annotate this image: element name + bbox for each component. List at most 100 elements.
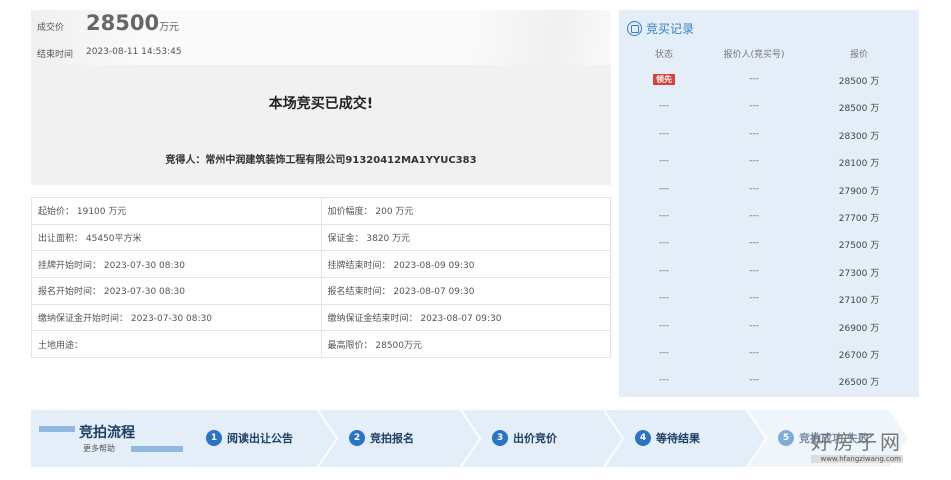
info-cell: 挂牌开始时间： 2023-07-30 08:30 bbox=[31, 250, 322, 279]
record-status: --- bbox=[659, 320, 669, 331]
record-price: 27900 万 bbox=[838, 186, 880, 197]
record-price: 28100 万 bbox=[838, 159, 880, 170]
record-status: --- bbox=[659, 156, 669, 167]
end-time: 2023-08-11 14:53:45 bbox=[86, 47, 182, 57]
record-price: 28500 万 bbox=[838, 104, 880, 115]
record-bidder: --- bbox=[749, 128, 759, 139]
record-status: --- bbox=[659, 293, 669, 304]
record-price: 28300 万 bbox=[838, 131, 880, 142]
flow-title-block: 竞拍流程 更多帮助 bbox=[31, 410, 196, 467]
flow-step-2: 2 竞拍报名 bbox=[319, 410, 479, 467]
process-flow: 竞拍流程 更多帮助 1 阅读出让公告 2 竞拍报名 3 出价竞价 4 等待结果 5 竞拍成功/失败… bbox=[31, 410, 911, 467]
deal-price: 28500万元 bbox=[86, 11, 179, 35]
record-status: --- bbox=[659, 128, 669, 139]
bid-records-panel: 竞买记录 状态 报价人(竞买号) 报价 领先 --- 28500 万 --- --- 28… bbox=[619, 10, 919, 397]
info-cell: 报名开始时间： 2023-07-30 08:30 bbox=[31, 277, 322, 305]
leading-badge: 领先 bbox=[653, 74, 675, 85]
flow-step-1: 1 阅读出让公告 bbox=[176, 410, 336, 467]
info-row: 报名开始时间： 2023-07-30 08:30 报名结束时间： 2023-08-… bbox=[31, 277, 611, 305]
record-bidder: --- bbox=[749, 320, 759, 331]
info-row: 土地用途： 最高限价： 28500万元 bbox=[31, 330, 611, 359]
record-price: 27300 万 bbox=[838, 268, 880, 279]
record-price: 28500 万 bbox=[838, 77, 880, 87]
bid-records-title: 竞买记录 bbox=[627, 20, 694, 37]
step-number: 5 bbox=[778, 430, 794, 446]
info-table: 起始价： 19100 万元 加价幅度： 200 万元 出让面积： 45450平方米保… bbox=[31, 197, 611, 359]
info-cell: 加价幅度： 200 万元 bbox=[320, 197, 611, 225]
info-cell: 出让面积： 45450平方米 bbox=[31, 223, 322, 252]
record-bidder: --- bbox=[749, 348, 759, 358]
step-content: 1 阅读出让公告 bbox=[206, 430, 293, 446]
info-cell: 起始价： 19100 万元 bbox=[31, 197, 322, 225]
result-box: 本场竞买已成交! 竞得人：常州中润建筑装饰工程有限公司91320412MA1YY… bbox=[31, 65, 611, 185]
record-bidder: --- bbox=[749, 293, 759, 304]
record-status: --- bbox=[659, 265, 669, 276]
record-price: 26700 万 bbox=[838, 351, 880, 361]
info-cell: 报名结束时间： 2023-08-07 09:30 bbox=[320, 277, 611, 305]
record-bidder: --- bbox=[749, 156, 759, 167]
record-status: --- bbox=[659, 375, 669, 386]
header-price: 报价 bbox=[849, 50, 868, 60]
record-price: 27700 万 bbox=[838, 214, 880, 224]
info-cell: 最高限价： 28500万元 bbox=[320, 330, 611, 359]
step-number: 1 bbox=[206, 430, 222, 446]
step-content: 2 竞拍报名 bbox=[349, 430, 414, 446]
record-status: --- bbox=[659, 101, 669, 112]
step-number: 4 bbox=[635, 430, 651, 446]
watermark: 好房子网 www.hfangziwang.com bbox=[811, 426, 903, 463]
step-label: 等待结果 bbox=[656, 432, 700, 445]
record-status: --- bbox=[659, 183, 669, 194]
info-row: 缴纳保证金开始时间： 2023-07-30 08:30 缴纳保证金结束时间： 20… bbox=[31, 303, 611, 332]
header-bidder: 报价人(竞买号) bbox=[723, 50, 785, 60]
record-status: 领先 bbox=[644, 74, 684, 85]
step-label: 阅读出让公告 bbox=[227, 432, 293, 445]
watermark-url: www.hfangziwang.com bbox=[811, 455, 903, 463]
info-row: 出让面积： 45450平方米 保证金： 3820 万元 bbox=[31, 223, 611, 252]
record-price: 27100 万 bbox=[838, 296, 880, 307]
record-status: --- bbox=[659, 238, 669, 249]
info-cell: 土地用途： bbox=[31, 330, 322, 359]
record-bidder: --- bbox=[749, 101, 759, 112]
deal-price-label: 成交价 bbox=[37, 23, 65, 33]
record-bidder: --- bbox=[749, 265, 759, 276]
info-row: 挂牌开始时间： 2023-07-30 08:30 挂牌结束时间： 2023-08-… bbox=[31, 250, 611, 279]
record-icon bbox=[627, 21, 642, 36]
flow-step-4: 4 等待结果 bbox=[605, 410, 765, 467]
info-cell: 缴纳保证金开始时间： 2023-07-30 08:30 bbox=[31, 303, 322, 332]
winner: 竞得人：常州中润建筑装饰工程有限公司91320412MA1YYUC383 bbox=[165, 155, 477, 166]
watermark-text: 好房子网 bbox=[811, 430, 903, 454]
record-status: --- bbox=[659, 348, 669, 358]
deal-panel: 成交价 28500万元 结束时间 2023-08-11 14:53:45 本场竞… bbox=[31, 10, 611, 185]
decor-bar bbox=[39, 426, 75, 432]
info-cell: 保证金： 3820 万元 bbox=[320, 223, 611, 252]
bid-records-title-text: 竞买记录 bbox=[646, 22, 695, 36]
info-row: 起始价： 19100 万元 加价幅度： 200 万元 bbox=[31, 197, 611, 225]
deal-header: 成交价 28500万元 结束时间 2023-08-11 14:53:45 bbox=[31, 10, 611, 65]
deal-price-unit: 万元 bbox=[159, 22, 180, 33]
step-label: 出价竞价 bbox=[513, 432, 557, 445]
record-price: 27500 万 bbox=[838, 241, 880, 252]
record-price: 26500 万 bbox=[838, 378, 880, 389]
record-bidder: --- bbox=[749, 375, 759, 386]
record-bidder: --- bbox=[749, 183, 759, 194]
flow-step-3: 3 出价竞价 bbox=[462, 410, 622, 467]
decor-bar bbox=[131, 446, 183, 452]
flow-title: 竞拍流程 bbox=[79, 425, 135, 441]
step-content: 4 等待结果 bbox=[635, 430, 700, 446]
result-title: 本场竞买已成交! bbox=[268, 96, 374, 112]
record-bidder: --- bbox=[749, 74, 759, 84]
more-help-link[interactable]: 更多帮助 bbox=[83, 443, 115, 454]
step-label: 竞拍报名 bbox=[370, 432, 414, 445]
record-status: --- bbox=[659, 211, 669, 221]
step-number: 2 bbox=[349, 430, 365, 446]
step-number: 3 bbox=[492, 430, 508, 446]
info-cell: 挂牌结束时间： 2023-08-09 09:30 bbox=[320, 250, 611, 279]
info-cell: 缴纳保证金结束时间： 2023-08-07 09:30 bbox=[320, 303, 611, 332]
step-content: 3 出价竞价 bbox=[492, 430, 557, 446]
record-bidder: --- bbox=[749, 211, 759, 221]
record-bidder: --- bbox=[749, 238, 759, 249]
deal-price-value: 28500 bbox=[86, 11, 160, 35]
end-time-label: 结束时间 bbox=[37, 50, 74, 60]
header-status: 状态 bbox=[654, 50, 673, 60]
record-price: 26900 万 bbox=[838, 323, 880, 334]
